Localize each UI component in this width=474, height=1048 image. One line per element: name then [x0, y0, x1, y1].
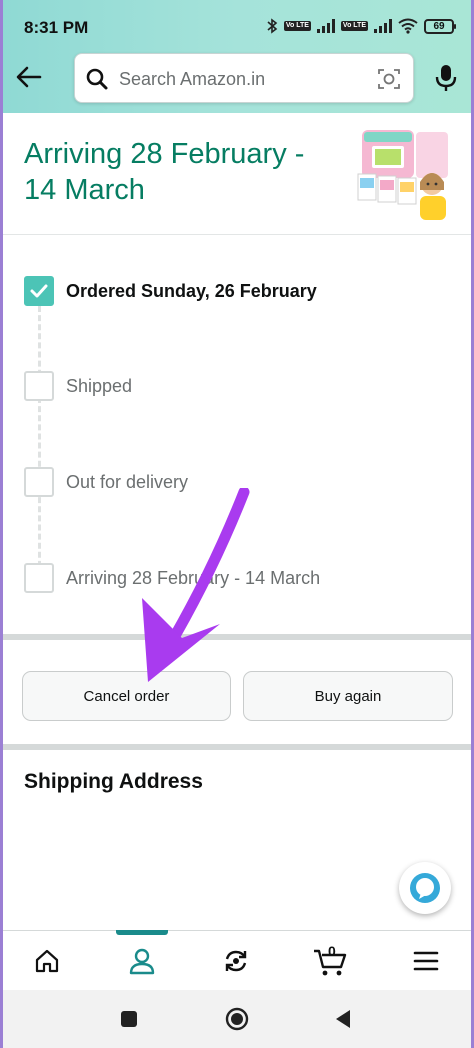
alexa-button[interactable] — [399, 862, 451, 914]
status-time: 8:31 PM — [24, 18, 89, 37]
search-icon[interactable] — [85, 67, 109, 91]
tracking-step-label: Shipped — [66, 375, 133, 396]
volte-badge-2: Vo LTE — [340, 21, 368, 31]
back-button-icon[interactable] — [330, 1006, 356, 1032]
recents-button-icon[interactable] — [116, 1006, 142, 1032]
camera-scan-icon[interactable] — [377, 67, 401, 91]
alexa-icon — [410, 873, 440, 903]
search-input[interactable] — [119, 62, 369, 96]
empty-checkbox-icon — [24, 371, 54, 401]
tracking-step-arriving: Arriving 28 February - 14 March — [24, 563, 320, 593]
bluetooth-icon — [267, 18, 278, 34]
tracking-step-ordered: Ordered Sunday, 26 February — [24, 276, 317, 306]
volte-badge-1: Vo LTE — [283, 21, 311, 31]
refresh-icon[interactable] — [216, 941, 256, 981]
signal-icon-2 — [374, 19, 392, 33]
tracking-step-shipped: Shipped — [24, 371, 132, 401]
empty-checkbox-icon — [24, 563, 54, 593]
cart-count-badge: 0 — [328, 943, 336, 959]
microphone-icon[interactable] — [434, 64, 458, 92]
signal-icon-1 — [316, 19, 335, 33]
bottom-navigation: 0 — [0, 930, 474, 990]
section-divider — [0, 234, 474, 235]
section-divider — [0, 634, 474, 640]
status-icons: Vo LTE Vo LTE 69 — [266, 18, 456, 34]
arriving-title: Arriving 28 February - 14 March — [24, 138, 305, 206]
product-image[interactable] — [356, 126, 452, 222]
cancel-order-button[interactable]: Cancel order — [22, 671, 231, 721]
menu-icon[interactable] — [406, 941, 446, 981]
home-icon[interactable] — [27, 941, 67, 981]
status-bar: 8:31 PM Vo LTE Vo LTE 69 — [0, 0, 474, 50]
system-navigation-bar — [0, 990, 474, 1048]
active-tab-indicator — [116, 930, 168, 935]
cart-icon[interactable]: 0 — [310, 941, 350, 981]
home-button-icon[interactable] — [224, 1006, 250, 1032]
tracking-step-label: Out for delivery — [66, 471, 189, 492]
wifi-icon — [398, 18, 418, 34]
shipping-address-heading: Shipping Address — [24, 770, 203, 793]
profile-icon[interactable] — [122, 941, 162, 981]
search-bar[interactable] — [74, 53, 414, 103]
tracking-step-out-for-delivery: Out for delivery — [24, 467, 188, 497]
tracking-step-label: Ordered Sunday, 26 February — [66, 280, 317, 301]
back-arrow-icon[interactable] — [14, 62, 44, 92]
buy-again-button[interactable]: Buy again — [243, 671, 453, 721]
app-header: 8:31 PM Vo LTE Vo LTE 69 — [0, 0, 474, 113]
battery-indicator: 69 — [424, 18, 456, 34]
section-divider — [0, 744, 474, 750]
checkmark-icon — [24, 276, 54, 306]
tracking-step-label: Arriving 28 February - 14 March — [66, 567, 321, 588]
empty-checkbox-icon — [24, 467, 54, 497]
timeline-connector — [38, 306, 41, 576]
